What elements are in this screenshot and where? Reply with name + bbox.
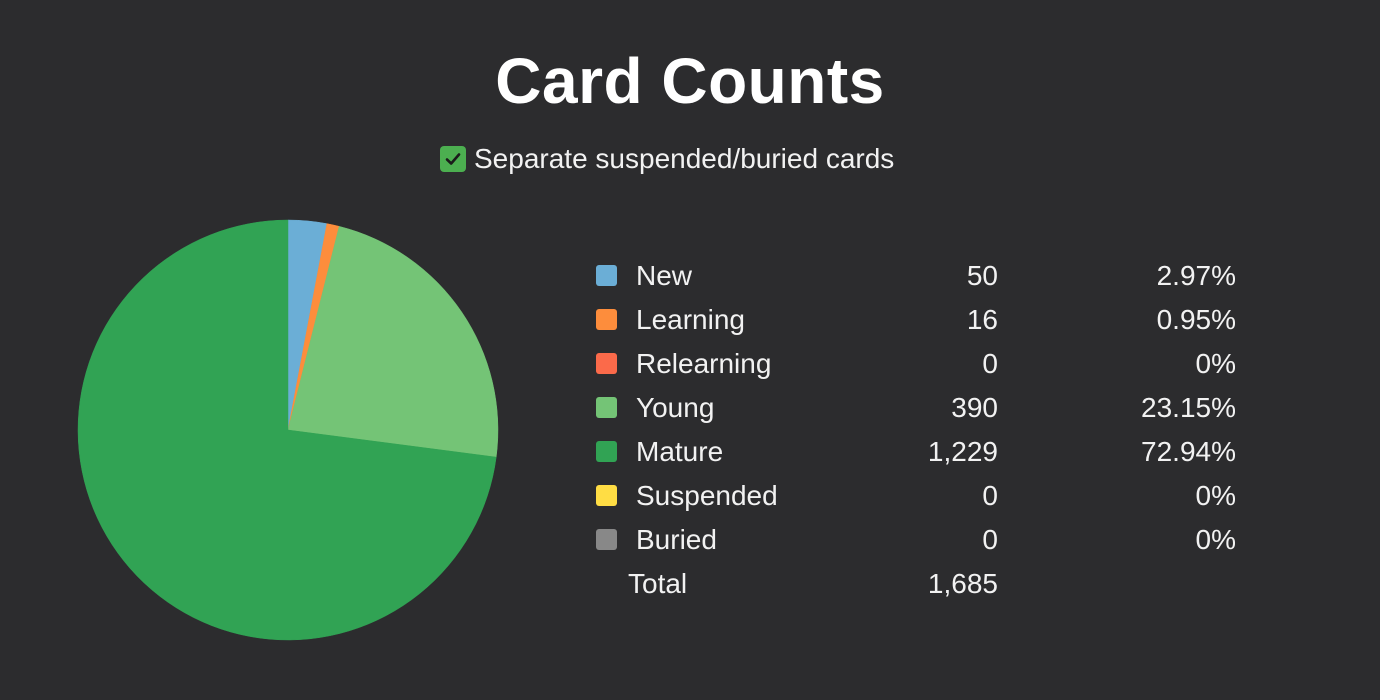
legend-count: 390 [951, 392, 998, 423]
page-title: Card Counts [495, 45, 885, 117]
legend-count: 16 [966, 304, 998, 335]
legend-swatch-relearning [596, 353, 617, 374]
legend-percent: 0.95% [1156, 304, 1236, 335]
legend-row-learning: Learning 16 0.95% [590, 298, 1250, 342]
legend-row-young: Young 390 23.15% [590, 386, 1250, 430]
legend-row-buried: Buried 0 0% [590, 518, 1250, 562]
legend-swatch-buried [596, 529, 617, 550]
legend-row-relearning: Relearning 0 0% [590, 342, 1250, 386]
legend-percent: 2.97% [1156, 260, 1236, 291]
legend-swatch-mature [596, 441, 617, 462]
total-count: 1,685 [927, 568, 998, 599]
legend-percent: 23.15% [1141, 392, 1236, 423]
legend-percent: 0% [1195, 524, 1236, 555]
legend-swatch-suspended [596, 485, 617, 506]
legend-table: New 50 2.97% Learning 16 0.95% Relearnin… [590, 254, 1250, 606]
legend-count: 50 [966, 260, 998, 291]
legend-percent: 72.94% [1141, 436, 1236, 467]
legend-row-new: New 50 2.97% [590, 254, 1250, 298]
total-label: Total [628, 568, 688, 599]
legend-row-suspended: Suspended 0 0% [590, 474, 1250, 518]
legend-swatch-new [596, 265, 617, 286]
legend-percent: 0% [1195, 348, 1236, 379]
pie-chart [77, 219, 499, 641]
legend-swatch-young [596, 397, 617, 418]
legend-label: Suspended [636, 480, 778, 511]
toggle-label: Separate suspended/buried cards [474, 143, 895, 174]
legend-count: 0 [982, 480, 998, 511]
legend-percent: 0% [1195, 480, 1236, 511]
legend-label: Relearning [636, 348, 772, 379]
legend-label: Mature [636, 436, 724, 467]
legend-label: Learning [636, 304, 745, 335]
legend-row-total: Total 1,685 [590, 562, 1250, 606]
legend-row-mature: Mature 1,229 72.94% [590, 430, 1250, 474]
legend-count: 1,229 [927, 436, 998, 467]
legend-count: 0 [982, 524, 998, 555]
legend-label: Young [636, 392, 715, 423]
legend-swatch-learning [596, 309, 617, 330]
legend-count: 0 [982, 348, 998, 379]
legend-label: New [636, 260, 693, 291]
separate-suspended-buried-toggle[interactable]: Separate suspended/buried cards [440, 142, 894, 176]
checkbox-checked-icon[interactable] [440, 146, 466, 172]
legend-label: Buried [636, 524, 717, 555]
